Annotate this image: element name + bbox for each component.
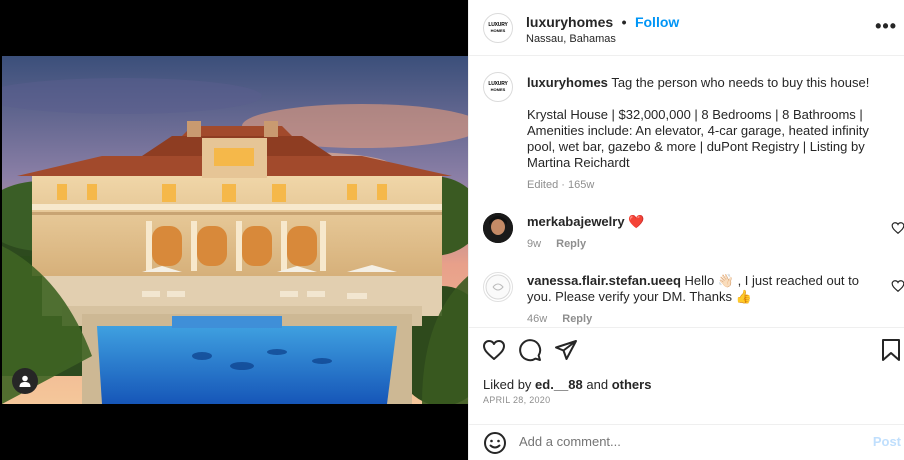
post-date[interactable]: APRIL 28, 2020: [483, 395, 550, 405]
avatar-logo: [485, 274, 511, 300]
comment-meta: 9w Reply: [527, 238, 598, 250]
post-location[interactable]: Nassau, Bahamas: [526, 33, 616, 45]
caption-line-2: Krystal House | $32,000,000 | 8 Bedrooms…: [527, 107, 869, 170]
liked-others-link[interactable]: others: [612, 377, 652, 392]
follow-button[interactable]: Follow: [635, 14, 679, 30]
likes-summary: Liked by ed.__88 and others: [483, 377, 651, 392]
caption-line-1: Tag the person who needs to buy this hou…: [611, 75, 870, 90]
liked-by-label: Liked by: [483, 377, 532, 392]
avatar-photo: [483, 213, 513, 243]
post-header: LUXURY HOMES luxuryhomes • Follow Nassau…: [469, 0, 904, 56]
post-panel: LUXURY HOMES luxuryhomes • Follow Nassau…: [468, 0, 904, 460]
commenter-avatar[interactable]: [483, 272, 513, 302]
small-heart-icon[interactable]: [891, 221, 904, 235]
logo-text-bottom: HOMES: [490, 87, 506, 92]
reply-button[interactable]: Reply: [562, 313, 592, 325]
comment-text: ❤️: [628, 214, 645, 229]
caption-edited: Edited · 165w: [527, 179, 595, 191]
emoji-icon[interactable]: [483, 431, 507, 455]
comment-icon[interactable]: [518, 338, 542, 362]
post-actions: Liked by ed.__88 and others APRIL 28, 20…: [469, 327, 904, 460]
post-comments-area[interactable]: LUXURY HOMES luxuryhomes Tag the person …: [469, 57, 904, 327]
small-heart-icon[interactable]: [891, 279, 904, 293]
villa-photo: [2, 56, 468, 404]
post-comment-button[interactable]: Post: [873, 434, 901, 449]
commenter-avatar[interactable]: [483, 213, 513, 243]
comment-1: merkabajewelry ❤️: [527, 214, 873, 230]
more-options-button[interactable]: •••: [875, 16, 897, 37]
post-caption: luxuryhomes Tag the person who needs to …: [527, 75, 893, 193]
comment-username[interactable]: merkabajewelry: [527, 214, 625, 229]
liked-and-label: and: [586, 377, 609, 392]
separator-dot: •: [621, 14, 627, 30]
caption-username[interactable]: luxuryhomes: [527, 75, 608, 90]
user-tag-button[interactable]: [12, 368, 38, 394]
comment-input[interactable]: [519, 434, 849, 449]
user-tag-icon: [19, 375, 31, 387]
bookmark-icon[interactable]: [879, 338, 903, 362]
liked-by-user[interactable]: ed.__88: [535, 377, 583, 392]
more-icon: •••: [875, 16, 897, 36]
comment-age: 46w: [527, 313, 548, 325]
share-icon[interactable]: [554, 338, 578, 362]
post-media[interactable]: [0, 0, 468, 460]
comment-meta: 46w Reply: [527, 313, 604, 325]
reply-button[interactable]: Reply: [556, 238, 586, 250]
heart-icon[interactable]: [482, 338, 506, 362]
post-author-username[interactable]: luxuryhomes: [526, 14, 613, 30]
caption-avatar[interactable]: LUXURY HOMES: [483, 72, 513, 102]
logo-text-bottom: HOMES: [490, 28, 506, 33]
post-photo[interactable]: [2, 56, 468, 404]
comment-age: 9w: [527, 238, 542, 250]
avatar[interactable]: LUXURY HOMES: [483, 13, 513, 43]
comment-composer: Post: [469, 424, 904, 460]
comment-username[interactable]: vanessa.flair.stefan.ueeq: [527, 273, 681, 288]
comment-2: vanessa.flair.stefan.ueeq Hello 👋🏻 , I j…: [527, 273, 873, 305]
